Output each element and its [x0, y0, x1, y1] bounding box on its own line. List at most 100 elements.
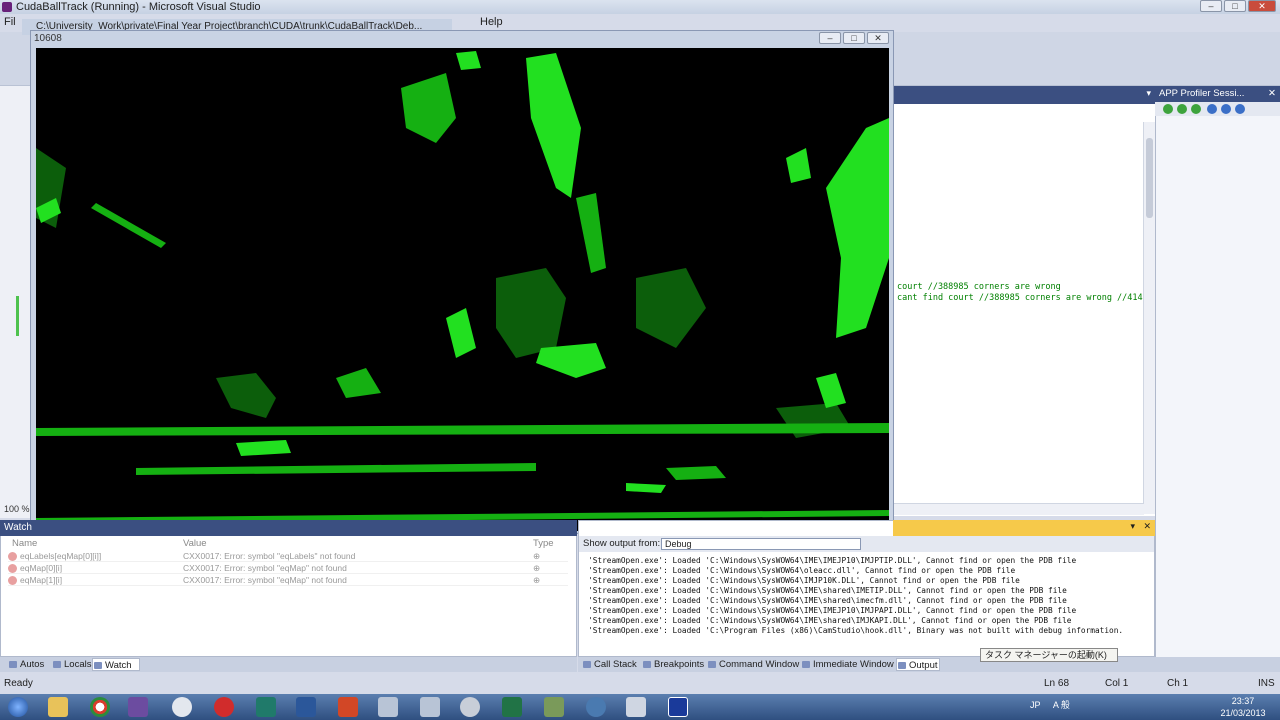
tab-output[interactable]: Output [896, 658, 940, 671]
stopwatch-icon[interactable] [172, 697, 192, 717]
profiler-header: APP Profiler Sessi... ✕ [1155, 86, 1280, 102]
window-icon[interactable] [420, 697, 440, 717]
start-icon[interactable] [1163, 104, 1173, 114]
excel-icon[interactable] [502, 697, 522, 717]
tab-autos[interactable]: Autos [8, 658, 44, 671]
output-line: 'StreamOpen.exe': Loaded 'C:\Program Fil… [588, 626, 1124, 635]
tab-command-window[interactable]: Command Window [707, 658, 799, 671]
watch-row[interactable]: eqMap[0][i] CXX0017: Error: symbol "eqMa… [8, 563, 568, 574]
window-icon[interactable] [378, 697, 398, 717]
tab-call-stack[interactable]: Call Stack [582, 658, 637, 671]
output-line: 'StreamOpen.exe': Loaded 'C:\Windows\Sys… [588, 566, 1016, 575]
column-type[interactable]: Type [533, 538, 568, 550]
lang-indicator[interactable]: JP [1030, 700, 1040, 710]
zoom-level[interactable]: 100 % [4, 504, 30, 514]
profiler-title: APP Profiler Sessi... [1159, 88, 1245, 99]
watch-name: eqLabels[eqMap[0][i]] [20, 551, 102, 561]
output-line: 'StreamOpen.exe': Loaded 'C:\Windows\Sys… [588, 576, 1020, 585]
close-icon[interactable]: ✕ [1143, 521, 1151, 532]
explorer-icon[interactable] [48, 697, 68, 717]
settings-icon[interactable] [460, 697, 480, 717]
status-line: Ln 68 [1044, 678, 1070, 689]
editor-margin [0, 86, 32, 518]
watch-title: Watch [4, 522, 32, 533]
refresh-icon[interactable]: ⊕ [533, 575, 558, 585]
refresh-icon[interactable]: ⊕ [533, 551, 558, 561]
app-icon[interactable] [256, 697, 276, 717]
watch-name: eqMap[1][i] [20, 575, 63, 585]
close-button[interactable]: ✕ [867, 32, 889, 44]
menu-help[interactable]: Help [480, 16, 503, 28]
ime-indicator[interactable]: A 般 [1053, 700, 1070, 710]
start-icon[interactable] [1177, 104, 1187, 114]
session-icon[interactable] [1235, 104, 1245, 114]
editor-vertical-scrollbar[interactable] [1143, 122, 1155, 514]
visual-studio-taskbar-icon[interactable] [128, 697, 148, 717]
profiler-panel [1155, 86, 1280, 657]
image-window-title: 10608 [34, 33, 62, 44]
tab-locals[interactable]: Locals [52, 658, 91, 671]
status-ready: Ready [4, 678, 33, 689]
refresh-icon[interactable]: ⊕ [533, 563, 558, 573]
code-line: court //388985 corners are wrong [897, 282, 1061, 292]
tracking-frame-image [36, 48, 889, 531]
status-column: Col 1 [1105, 678, 1129, 689]
pin-icon[interactable]: ▾ [1130, 521, 1135, 532]
tab-breakpoints[interactable]: Breakpoints [642, 658, 704, 671]
minimize-button[interactable]: – [819, 32, 841, 44]
network-icon[interactable] [544, 697, 564, 717]
start-icon[interactable] [1191, 104, 1201, 114]
taskbar [0, 694, 1280, 720]
scrollbar-thumb[interactable] [1146, 138, 1153, 218]
column-value[interactable]: Value [183, 538, 533, 550]
window-controls: – □ ✕ [1200, 0, 1276, 12]
watch-header: Watch [0, 520, 577, 536]
watch-column-headers: Name Value Type [8, 538, 568, 550]
clock[interactable]: 23:37 21/03/2013 [1210, 695, 1276, 719]
image-viewer-icon[interactable] [668, 697, 688, 717]
task-manager-tooltip[interactable]: タスク マネージャーの起動(K) [980, 648, 1118, 662]
status-char: Ch 1 [1167, 678, 1189, 689]
session-icon[interactable] [1221, 104, 1231, 114]
camstudio-icon[interactable] [586, 697, 606, 717]
tab-watch-1[interactable]: Watch 1 [92, 658, 140, 684]
editor-tabbar: ▾ [890, 86, 1155, 104]
output-line: 'StreamOpen.exe': Loaded 'C:\Windows\Sys… [588, 586, 1067, 595]
image-window-controls: – □ ✕ [819, 32, 889, 44]
watch-value: CXX0017: Error: symbol "eqMap" not found [183, 575, 347, 585]
error-icon [8, 552, 17, 561]
watch-row[interactable]: eqLabels[eqMap[0][i]] CXX0017: Error: sy… [8, 551, 568, 562]
maximize-button[interactable]: □ [843, 32, 865, 44]
status-bar: Ready Ln 68 Col 1 Ch 1 INS [0, 674, 1280, 694]
minimize-button[interactable]: – [1200, 0, 1222, 12]
powerpoint-icon[interactable] [338, 697, 358, 717]
chrome-icon[interactable] [90, 697, 110, 717]
status-ins: INS [1258, 678, 1275, 689]
close-button[interactable]: ✕ [1248, 0, 1276, 12]
start-button-icon[interactable] [8, 697, 28, 717]
watch-row[interactable]: eqMap[1][i] CXX0017: Error: symbol "eqMa… [8, 575, 568, 586]
window-titlebar: CudaBallTrack (Running) - Microsoft Visu… [0, 0, 1280, 14]
menu-file[interactable]: Fil [4, 16, 16, 28]
opera-icon[interactable] [214, 697, 234, 717]
clock-date: 21/03/2013 [1220, 708, 1266, 718]
output-source-select[interactable]: Debug [661, 538, 861, 550]
session-icon[interactable] [1207, 104, 1217, 114]
maximize-button[interactable]: □ [1224, 0, 1246, 12]
tab-immediate-window[interactable]: Immediate Window [801, 658, 894, 671]
visual-studio-icon [2, 2, 12, 12]
output-line: 'StreamOpen.exe': Loaded 'C:\Windows\Sys… [588, 606, 1077, 615]
code-editor[interactable]: court //388985 corners are wrong cant fi… [890, 104, 1155, 516]
word-icon[interactable] [296, 697, 316, 717]
clock-time: 23:37 [1231, 696, 1255, 706]
error-icon [8, 576, 17, 585]
error-icon [8, 564, 17, 573]
change-marker [16, 296, 19, 336]
column-name[interactable]: Name [8, 538, 183, 550]
watch-name: eqMap[0][i] [20, 563, 63, 573]
pin-icon[interactable]: ✕ [1268, 86, 1276, 102]
system-tray: JP A 般 [1030, 698, 1070, 711]
dropdown-icon[interactable]: ▾ [1146, 88, 1151, 99]
output-line: 'StreamOpen.exe': Loaded 'C:\Windows\Sys… [588, 616, 1072, 625]
window-icon[interactable] [626, 697, 646, 717]
